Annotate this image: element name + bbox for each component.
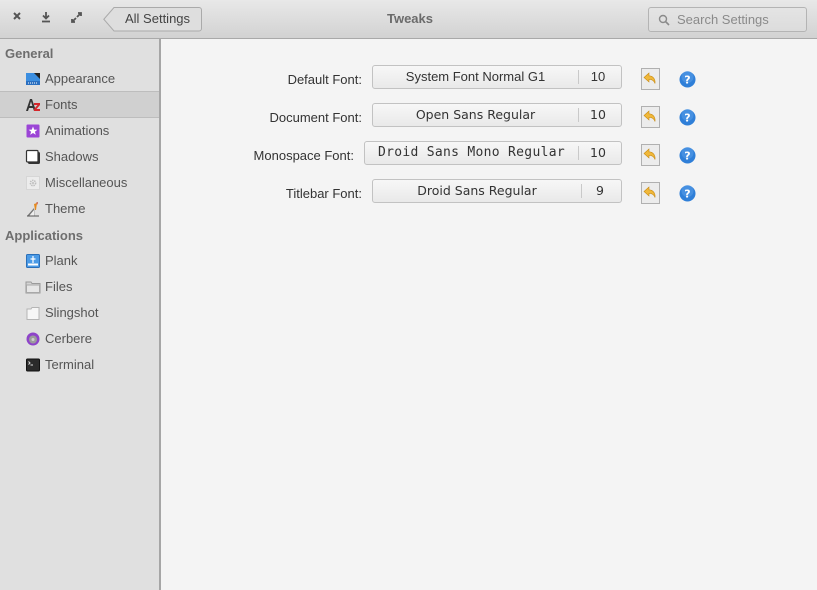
shadows-icon	[25, 149, 40, 164]
titlebar-font-label: Titlebar Font:	[285, 186, 362, 201]
section-header-general: General	[5, 46, 54, 61]
font-name: Open Sans Regular	[415, 107, 536, 122]
svg-text:?: ?	[684, 112, 690, 125]
font-size: 10	[590, 69, 606, 84]
miscellaneous-icon	[26, 176, 40, 190]
sidebar-item-plank[interactable]: Plank	[0, 248, 159, 273]
download-icon	[42, 12, 50, 23]
sidebar-item-appearance[interactable]: Appearance	[0, 66, 159, 91]
sidebar-item-label: Animations	[45, 123, 110, 138]
monospace-font-button[interactable]: Droid Sans Mono Regular 10	[364, 141, 622, 165]
default-font-row: Default Font: System Font Normal G1 10 ?	[161, 65, 817, 91]
default-font-label: Default Font:	[287, 72, 362, 87]
sidebar: General Appearance Fonts Animations Shad…	[0, 39, 161, 590]
sidebar-item-label: Shadows	[45, 149, 99, 164]
monospace-font-label: Monospace Font:	[253, 148, 354, 163]
sidebar-item-label: Slingshot	[45, 305, 99, 320]
svg-text:?: ?	[684, 188, 690, 201]
font-name: Droid Sans Regular	[417, 183, 537, 198]
sidebar-item-label: Fonts	[45, 97, 78, 112]
font-name: System Font Normal G1	[405, 69, 546, 84]
help-icon[interactable]: ?	[679, 71, 696, 88]
reset-document-font-button[interactable]	[641, 106, 660, 128]
sidebar-item-theme[interactable]: Theme	[0, 196, 159, 221]
section-header-applications: Applications	[5, 228, 84, 243]
sidebar-item-label: Appearance	[45, 71, 116, 86]
svg-text:?: ?	[684, 74, 690, 87]
help-icon[interactable]: ?	[679, 109, 696, 126]
appearance-icon	[26, 73, 40, 85]
reset-default-font-button[interactable]	[641, 68, 660, 90]
sidebar-item-label: Files	[45, 279, 73, 294]
header-bar: All Settings Tweaks	[0, 0, 817, 39]
minimize-button[interactable]	[38, 10, 54, 28]
sidebar-item-files[interactable]: Files	[0, 274, 159, 299]
plank-icon	[26, 254, 40, 268]
sidebar-item-label: Plank	[45, 253, 78, 268]
sidebar-item-miscellaneous[interactable]: Miscellaneous	[0, 170, 159, 195]
sidebar-item-label: Terminal	[45, 357, 95, 372]
sidebar-item-label: Cerbere	[45, 331, 92, 346]
cerbere-icon	[26, 332, 40, 346]
sidebar-item-shadows[interactable]: Shadows	[0, 144, 159, 169]
all-settings-label: All Settings	[125, 11, 191, 26]
search-icon	[658, 14, 670, 26]
search-field[interactable]	[648, 7, 807, 32]
animations-icon	[26, 124, 40, 138]
sidebar-item-label: Theme	[45, 201, 86, 216]
reset-monospace-font-button[interactable]	[641, 144, 660, 166]
all-settings-button[interactable]: All Settings	[103, 7, 202, 32]
close-icon	[13, 12, 21, 20]
window-title: Tweaks	[386, 11, 433, 26]
help-icon[interactable]: ?	[679, 185, 696, 202]
reset-titlebar-font-button[interactable]	[641, 182, 660, 204]
sidebar-item-slingshot[interactable]: Slingshot	[0, 300, 159, 325]
terminal-icon	[26, 358, 40, 372]
maximize-button[interactable]	[68, 10, 84, 28]
document-font-row: Document Font: Open Sans Regular 10 ?	[161, 103, 817, 129]
monospace-font-row: Monospace Font: Droid Sans Mono Regular …	[161, 141, 817, 167]
help-icon[interactable]: ?	[679, 147, 696, 164]
sidebar-item-terminal[interactable]: Terminal	[0, 352, 159, 377]
font-size: 10	[590, 107, 606, 122]
svg-text:?: ?	[684, 150, 690, 163]
undo-icon	[643, 72, 656, 84]
titlebar-font-row: Titlebar Font: Droid Sans Regular 9 ?	[161, 179, 817, 205]
sidebar-item-fonts[interactable]: Fonts	[0, 91, 159, 118]
undo-icon	[643, 186, 656, 198]
close-button[interactable]	[9, 10, 25, 28]
fonts-panel: Default Font: System Font Normal G1 10 ?…	[161, 40, 817, 590]
slingshot-icon	[26, 307, 40, 320]
expand-icon	[70, 12, 82, 23]
search-input[interactable]	[677, 10, 802, 29]
sidebar-item-label: Miscellaneous	[45, 175, 128, 190]
document-font-label: Document Font:	[269, 110, 363, 125]
undo-icon	[643, 148, 656, 160]
titlebar-font-button[interactable]: Droid Sans Regular 9	[372, 179, 622, 203]
files-icon	[25, 281, 41, 294]
undo-icon	[643, 110, 656, 122]
default-font-button[interactable]: System Font Normal G1 10	[372, 65, 622, 89]
theme-icon	[27, 202, 39, 217]
font-size: 10	[590, 145, 606, 160]
sidebar-item-cerbere[interactable]: Cerbere	[0, 326, 159, 351]
document-font-button[interactable]: Open Sans Regular 10	[372, 103, 622, 127]
fonts-icon	[26, 99, 40, 111]
font-name: Droid Sans Mono Regular	[378, 145, 565, 160]
sidebar-item-animations[interactable]: Animations	[0, 118, 159, 143]
font-size: 9	[596, 183, 604, 198]
